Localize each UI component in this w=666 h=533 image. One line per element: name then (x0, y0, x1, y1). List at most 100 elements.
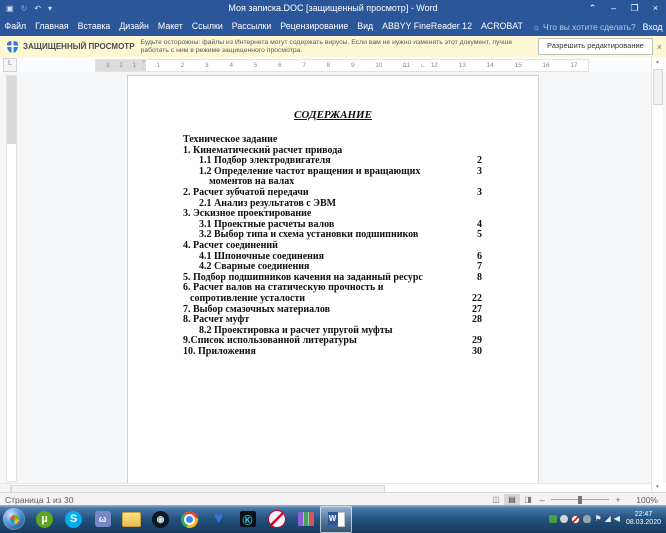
save-icon[interactable]: ▣ (6, 0, 14, 17)
toc-page-number: 3 (477, 186, 482, 198)
toc-entry-text: 2.1 Анализ результатов с ЭВМ (199, 197, 337, 209)
zoom-slider[interactable] (551, 495, 609, 504)
sign-in-button[interactable]: Вход (636, 22, 666, 32)
toc-line: 1.2 Определение частот вращения и вращаю… (128, 165, 538, 178)
document-heading: СОДЕРЖАНИЕ (294, 109, 372, 121)
ribbon-tab[interactable]: Макет (153, 17, 187, 36)
ribbon-tab[interactable]: Главная (31, 17, 73, 36)
document-page[interactable]: СОДЕРЖАНИЕ Техническое задание 1. Кинема… (127, 75, 539, 483)
taskbar-skype-icon[interactable]: S (59, 507, 88, 532)
ribbon-tab[interactable]: Рассылки (227, 17, 275, 36)
page-indicator[interactable]: Страница 1 из 30 (5, 495, 73, 505)
zoom-level[interactable]: 100% (626, 495, 658, 505)
toc-entry-text: 4.1 Шпоночные соединения (199, 250, 325, 262)
zoom-out-icon[interactable]: – (536, 495, 548, 505)
vertical-scrollbar[interactable]: ▲ ▼ (651, 57, 663, 492)
taskbar-kmplayer-icon[interactable]: Ⓚ (233, 507, 262, 532)
taskbar-word-icon[interactable]: W (320, 505, 352, 533)
toc-entry-text: 8. Расчет муфт (183, 314, 250, 326)
word-logo-letter: W (327, 511, 338, 525)
status-bar-right: ◫ ▤ ◨ – + 100% (488, 493, 666, 506)
vertical-scrollbar-thumb[interactable] (653, 69, 663, 105)
ruler-row: L 321 1 2 3 4 5 6 7 8 9 10 11 12 13 14 15 16 17 ∟ ∟ ▿ ▫ (0, 57, 666, 72)
toc-line: 4. Расчет соединений (128, 240, 538, 252)
ribbon-tab[interactable]: Ссылки (187, 17, 227, 36)
taskbar-chrome-icon[interactable] (175, 507, 204, 532)
taskbar-utorrent-icon[interactable]: µ (30, 507, 59, 532)
ribbon-tab[interactable]: ACROBAT (476, 17, 527, 36)
ribbon-tab[interactable]: Файл (0, 17, 31, 36)
ruler-number: 3 (205, 62, 209, 69)
toc-entry-text: 4.2 Сварные соединения (199, 261, 310, 273)
restore-button[interactable]: ❐ (624, 0, 645, 17)
taskbar-heart-icon[interactable]: ♥ (204, 507, 233, 532)
volume-icon[interactable]: ◀ (614, 514, 620, 524)
scroll-up-icon[interactable]: ▲ (652, 57, 663, 67)
customize-toolbar-icon[interactable]: ▾ (48, 0, 52, 17)
folder-icon (122, 511, 141, 527)
toc-page-number: 8 (477, 271, 482, 283)
toc-page-number: 28 (472, 314, 482, 326)
tray-icon[interactable] (549, 515, 558, 523)
ribbon-tab[interactable]: Вид (353, 17, 378, 36)
tab-stop-icon[interactable]: ∟ (402, 62, 408, 70)
winrar-icon (297, 512, 314, 526)
ruler-number: 6 (277, 62, 282, 69)
first-line-indent-marker[interactable]: ▿ (142, 59, 145, 65)
tab-stop-icon[interactable]: ∟ (420, 62, 426, 70)
skype-icon: S (65, 510, 82, 528)
taskbar-discord-icon[interactable]: ω (88, 507, 117, 532)
ribbon-tab[interactable]: Дизайн (115, 17, 154, 36)
taskbar-clock[interactable]: 22:47 08.03.2020 (626, 511, 661, 527)
action-center-icon[interactable]: ⚑ (594, 514, 601, 524)
ruler-number: 3 (105, 62, 110, 69)
ribbon-tab[interactable]: ABBYY FineReader 12 (378, 17, 477, 36)
minimize-button[interactable]: – (603, 0, 624, 17)
read-mode-icon[interactable]: ◫ (488, 494, 504, 506)
tray-icon[interactable] (560, 515, 569, 523)
kmplayer-icon: Ⓚ (239, 511, 256, 527)
discord-icon: ω (94, 511, 111, 527)
scroll-down-icon[interactable]: ▼ (652, 482, 663, 492)
taskbar-blocked-app-icon[interactable] (262, 507, 291, 532)
ribbon-display-options-icon[interactable]: ⌃ (582, 0, 603, 17)
window-controls: ⌃ – ❐ × (582, 0, 666, 17)
start-button[interactable] (3, 508, 25, 530)
ruler-number: 14 (486, 62, 494, 69)
toc-entry-text: 10. Приложения (183, 345, 256, 357)
toc-entry-text: моментов на валах (209, 176, 295, 188)
tray-icon[interactable] (571, 514, 581, 524)
tab-selector[interactable]: L (3, 58, 17, 72)
taskbar-steam-icon[interactable]: ◉ (146, 507, 175, 532)
clock-time: 22:47 (634, 511, 653, 518)
ribbon-tabs: Файл Главная Вставка Дизайн Макет Ссылки Рассы… (0, 17, 527, 36)
network-icon[interactable]: ◢ (605, 514, 611, 524)
tray-icon[interactable] (583, 515, 592, 523)
redo-icon[interactable]: ↻ (21, 0, 28, 17)
ruler-number: 5 (253, 62, 258, 69)
zoom-in-icon[interactable]: + (612, 495, 624, 505)
zoom-slider-thumb[interactable] (578, 495, 582, 504)
toc-entry-text: 2. Расчет зубчатой передачи (183, 186, 309, 198)
tell-me-box[interactable]: ☼ Что вы хотите сделать? (532, 22, 635, 32)
print-layout-icon[interactable]: ▤ (504, 493, 520, 506)
ribbon-tab[interactable]: Рецензирование (276, 17, 353, 36)
ribbon-tab-bar: Файл Главная Вставка Дизайн Макет Ссылки Рассы… (0, 17, 666, 36)
banner-close-icon[interactable]: × (653, 42, 666, 52)
toc-entry-text: 8.2 Проектировка и расчет упругой муфты (199, 324, 393, 336)
toc-entry-text: 9.Список использованной литературы (183, 335, 357, 347)
enable-editing-button[interactable]: Разрешить редактирование (537, 38, 653, 55)
utorrent-icon: µ (36, 510, 53, 528)
taskbar-winrar-icon[interactable] (291, 507, 320, 532)
close-button[interactable]: × (645, 0, 666, 17)
toc-entry-text: 1.2 Определение частот вращения и вращаю… (199, 165, 421, 177)
clock-date: 08.03.2020 (625, 519, 661, 526)
toc-line: 10. Приложения 30 (128, 345, 538, 358)
toc-entry-text: 6. Расчет валов на статическую прочность… (183, 282, 384, 294)
taskbar-explorer-icon[interactable] (117, 507, 146, 532)
toc-entry-text: 1.1 Подбор электродвигателя (199, 155, 331, 167)
undo-icon[interactable]: ↶ (34, 0, 41, 17)
web-layout-icon[interactable]: ◨ (520, 494, 536, 506)
ribbon-tab[interactable]: Вставка (73, 17, 115, 36)
chrome-icon-core (184, 513, 195, 525)
